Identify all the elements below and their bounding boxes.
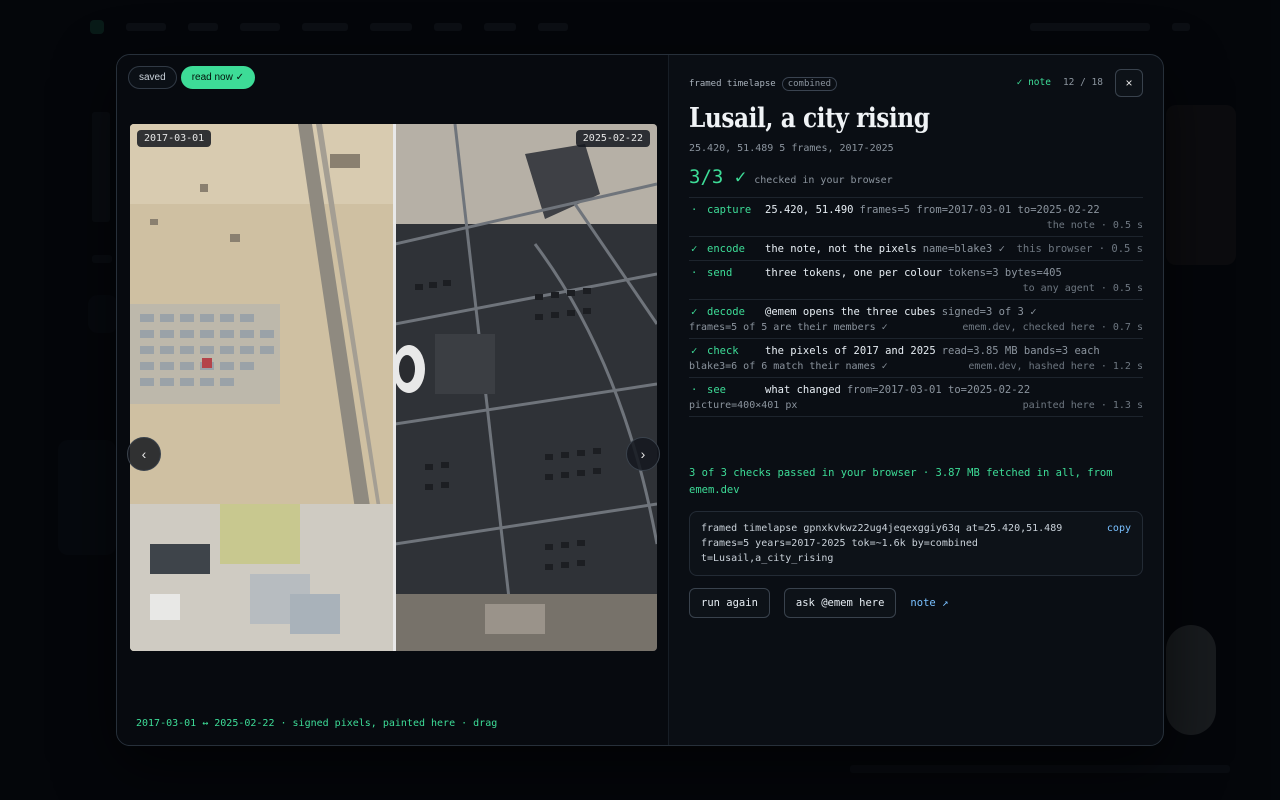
checks-summary: 3 of 3 checks passed in your browser · 3… <box>689 467 1113 496</box>
code-line: frames=5 years=2017-2025 tok=~1.6k by=co… <box>701 538 978 549</box>
ask-emem-button[interactable]: ask @emem here <box>783 588 897 618</box>
step-where: the note · 0.5 s <box>1046 220 1143 231</box>
token-code-block[interactable]: framed timelapse gpnxkvkwz22ug4jeqexggiy… <box>689 511 1143 576</box>
step-see: · see what changed from=2017-03-01 to=20… <box>689 378 1143 417</box>
item-counter: 12 / 18 <box>1062 77 1103 88</box>
step-desc: what changed <box>765 384 841 396</box>
step-mark: ✓ <box>691 345 698 357</box>
item-kind: framed timelapse combined <box>689 77 838 91</box>
compare-slider-handle[interactable] <box>393 124 396 651</box>
step-where: emem.dev, checked here · 0.7 s <box>962 322 1143 333</box>
coordinates-subtitle: 25.420, 51.489 5 frames, 2017-2025 <box>689 143 894 154</box>
step-name: decode <box>707 306 745 318</box>
run-again-button[interactable]: run again <box>689 588 770 618</box>
chevron-right-icon[interactable]: › <box>626 437 660 471</box>
step-name: check <box>707 345 739 357</box>
image-panel: saved read now ✓ 2017-03-01 2025-02-22 ‹… <box>117 55 669 745</box>
compare-viewer[interactable]: 2017-03-01 2025-02-22 <box>130 124 657 651</box>
step-name: see <box>707 384 726 396</box>
step-params: from=2017-03-01 to=2025-02-22 <box>846 384 1031 396</box>
step-params: read=3.85 MB bands=3 each <box>941 345 1100 357</box>
note-link[interactable]: note ↗ <box>910 597 948 609</box>
step-detail: blake3=6 of 6 match their names ✓ <box>689 361 888 372</box>
score-value: 3/3 ✓ <box>689 166 747 188</box>
step-params: tokens=3 bytes=405 <box>948 267 1062 279</box>
step-where: painted here · 1.3 s <box>1022 400 1143 411</box>
step-where: emem.dev, hashed here · 1.2 s <box>968 361 1143 372</box>
step-check: ✓ check the pixels of 2017 and 2025 read… <box>689 339 1143 378</box>
code-line: framed timelapse gpnxkvkwz22ug4jeqexggiy… <box>701 523 1063 534</box>
page-title: Lusail, a city rising <box>689 103 930 134</box>
step-mark: ✓ <box>691 306 698 318</box>
combined-badge: combined <box>781 77 838 91</box>
note-status[interactable]: ✓ note <box>1017 77 1051 88</box>
step-decode: ✓ decode @emem opens the three cubes sig… <box>689 300 1143 339</box>
step-mark: ✓ <box>691 243 698 255</box>
image-2025 <box>395 124 657 651</box>
step-send: · send three tokens, one per colour toke… <box>689 261 1143 300</box>
chip-read-now[interactable]: read now ✓ <box>180 66 255 89</box>
step-detail: picture=400×401 px <box>689 400 798 411</box>
viewer-caption: 2017-03-01 ↔ 2025-02-22 · signed pixels,… <box>136 718 498 729</box>
view-chips: saved read now ✓ <box>128 66 255 89</box>
date-label-before: 2017-03-01 <box>137 130 212 147</box>
satellite-image-new <box>395 124 657 651</box>
step-where: to any agent · 0.5 s <box>1022 283 1143 294</box>
copy-button[interactable]: copy <box>1107 521 1131 536</box>
step-where: this browser · 0.5 s <box>1016 243 1143 255</box>
step-detail: frames=5 of 5 are their members ✓ <box>689 322 888 333</box>
step-desc: the pixels of 2017 and 2025 <box>765 345 936 357</box>
step-capture: · capture 25.420, 51.490 frames=5 from=2… <box>689 198 1143 237</box>
score-label: checked in your browser <box>754 175 893 186</box>
item-kind-label: framed timelapse <box>689 79 776 89</box>
image-2017 <box>130 124 394 651</box>
step-desc: 25.420, 51.490 <box>765 204 854 216</box>
check-score: 3/3 ✓ checked in your browser <box>689 166 893 188</box>
step-mark: · <box>691 384 698 396</box>
step-params: signed=3 of 3 ✓ <box>941 306 1037 318</box>
step-encode: ✓ encode the note, not the pixels name=b… <box>689 237 1143 261</box>
step-mark: · <box>691 267 698 279</box>
step-name: send <box>707 267 733 279</box>
step-name: encode <box>707 243 745 255</box>
step-desc: three tokens, one per colour <box>765 267 943 279</box>
chevron-left-icon[interactable]: ‹ <box>127 437 161 471</box>
code-line: t=Lusail,a_city_rising <box>701 553 834 564</box>
header-status: ✓ note 12 / 18 <box>1017 77 1103 88</box>
step-params: name=blake3 ✓ <box>922 243 1005 255</box>
step-desc: @emem opens the three cubes <box>765 306 936 318</box>
verification-steps: · capture 25.420, 51.490 frames=5 from=2… <box>689 197 1143 417</box>
timelapse-modal: saved read now ✓ 2017-03-01 2025-02-22 ‹… <box>116 54 1164 746</box>
step-name: capture <box>707 204 752 216</box>
action-row: run again ask @emem here note ↗ <box>689 588 948 618</box>
chip-saved[interactable]: saved <box>128 66 177 89</box>
date-label-after: 2025-02-22 <box>575 130 650 147</box>
step-mark: · <box>691 204 698 216</box>
step-params: frames=5 from=2017-03-01 to=2025-02-22 <box>859 204 1100 216</box>
step-desc: the note, not the pixels <box>765 243 917 255</box>
close-icon[interactable]: × <box>1115 69 1143 97</box>
details-panel: framed timelapse combined ✓ note 12 / 18… <box>669 55 1163 745</box>
satellite-image-old <box>130 124 394 651</box>
